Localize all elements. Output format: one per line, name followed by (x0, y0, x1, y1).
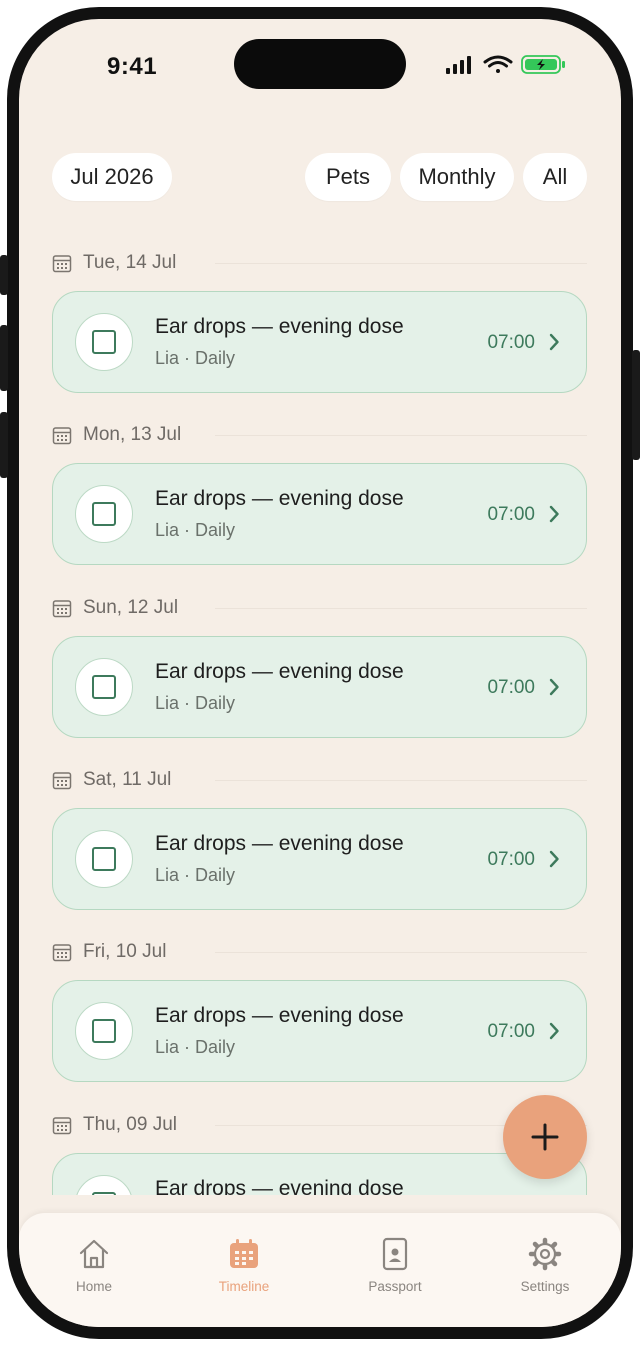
task-checkbox[interactable] (75, 485, 133, 544)
chevron-right-icon (549, 1022, 559, 1040)
task-time: 07:00 (487, 332, 535, 353)
day-label: Mon, 13 Jul (83, 424, 182, 446)
task-chevron (548, 1022, 560, 1045)
task-title: Ear drops — evening dose (155, 1004, 404, 1028)
task-card[interactable]: Ear drops — evening dose Lia · Daily 07:00 (52, 635, 587, 738)
task-chevron (548, 850, 560, 873)
task-title: Ear drops — evening dose (155, 1176, 404, 1196)
task-time: 07:00 (487, 848, 535, 870)
day-label: Thu, 09 Jul (83, 1113, 177, 1135)
timeline-list: Tue, 14 Jul Ear drops — evening dose Lia ·… (19, 19, 621, 1195)
calendar-icon (52, 772, 72, 790)
checkbox-icon (92, 330, 116, 354)
day-divider (215, 952, 587, 954)
tab-passport-label: Passport (368, 1279, 422, 1294)
tab-home-label: Home (75, 1279, 112, 1294)
checkbox-icon (92, 1019, 116, 1044)
calendar-icon (52, 255, 72, 273)
task-title: Ear drops — evening dose (155, 659, 404, 683)
task-chevron (548, 678, 560, 701)
task-card[interactable]: Ear drops — evening dose Lia · Daily 07:00 (52, 807, 587, 910)
tab-home[interactable]: Home (39, 1237, 149, 1294)
calendar-icon (230, 1239, 258, 1268)
chevron-right-icon (549, 506, 559, 523)
day-header: Tue, 14 Jul (52, 250, 176, 276)
plus-icon (531, 1123, 559, 1151)
day-label: Sun, 12 Jul (83, 596, 179, 618)
task-subtitle: Lia · Daily (155, 520, 236, 541)
checkbox-icon (92, 846, 116, 871)
add-task-button[interactable] (503, 1095, 587, 1179)
task-title: Ear drops — evening dose (155, 315, 404, 338)
chevron-right-icon (549, 333, 559, 351)
checkbox-icon (92, 674, 116, 699)
task-card[interactable]: Ear drops — evening dose Lia · Daily 07:00 (52, 291, 587, 393)
task-time: 07:00 (487, 676, 535, 698)
passport-icon (382, 1237, 408, 1271)
task-card[interactable]: Ear drops — evening dose Lia · Daily 07:00 (52, 463, 587, 566)
day-header: Thu, 09 Jul (52, 1112, 177, 1138)
day-header: Sun, 12 Jul (52, 595, 178, 621)
tab-timeline-label: Timeline (218, 1279, 270, 1294)
task-subtitle: Lia · Daily (155, 692, 236, 713)
tab-timeline[interactable]: Timeline (189, 1237, 299, 1294)
task-subtitle: Lia · Daily (155, 864, 236, 885)
task-checkbox[interactable] (75, 313, 133, 371)
day-header: Sat, 11 Jul (52, 767, 171, 793)
day-divider (215, 779, 587, 781)
volume-up-button (0, 325, 8, 391)
task-title: Ear drops — evening dose (155, 831, 404, 855)
day-label: Tue, 14 Jul (83, 252, 177, 273)
task-subtitle: Lia · Daily (155, 348, 236, 368)
power-button (632, 350, 640, 460)
home-icon (79, 1239, 109, 1269)
chevron-right-icon (549, 678, 559, 695)
tab-settings-label: Settings (520, 1279, 570, 1294)
task-checkbox[interactable] (75, 829, 133, 888)
tab-passport[interactable]: Passport (340, 1237, 450, 1294)
day-header: Fri, 10 Jul (52, 939, 166, 965)
chevron-right-icon (548, 1195, 560, 1196)
task-chevron (548, 505, 560, 528)
calendar-icon (52, 1116, 72, 1134)
day-label: Fri, 10 Jul (83, 941, 167, 963)
task-checkbox[interactable] (75, 1174, 133, 1195)
calendar-icon (52, 944, 72, 962)
day-divider (215, 263, 587, 264)
task-checkbox[interactable] (75, 657, 133, 716)
calendar-icon (52, 427, 72, 445)
day-header: Mon, 13 Jul (52, 422, 181, 448)
task-subtitle: Lia · Daily (155, 1037, 236, 1058)
tab-settings[interactable]: Settings (490, 1237, 600, 1294)
task-chevron (548, 333, 560, 356)
task-time: 07:00 (487, 1194, 535, 1196)
mute-switch (0, 255, 8, 295)
day-label: Sat, 11 Jul (83, 768, 172, 790)
app-screen: 9:41 Jul 2026 Pets Monthly All Tue, 14 J… (19, 19, 621, 1327)
task-time: 07:00 (487, 1021, 535, 1043)
task-card[interactable]: Ear drops — evening doseLia · Daily07:00 (52, 1152, 587, 1196)
chevron-right-icon (549, 850, 559, 868)
checkbox-icon (92, 502, 116, 527)
calendar-icon (52, 599, 72, 617)
day-divider (215, 435, 587, 437)
task-title: Ear drops — evening dose (155, 487, 404, 511)
task-time: 07:00 (487, 504, 535, 526)
volume-down-button (0, 412, 8, 478)
tab-bar: Home Timeline Passport Settings (19, 1213, 621, 1327)
checkbox-icon (92, 1191, 116, 1195)
gear-icon (528, 1237, 562, 1271)
day-divider (215, 607, 587, 609)
task-chevron (548, 1195, 560, 1196)
task-card[interactable]: Ear drops — evening dose Lia · Daily 07:00 (52, 980, 587, 1083)
task-checkbox[interactable] (75, 1002, 133, 1061)
